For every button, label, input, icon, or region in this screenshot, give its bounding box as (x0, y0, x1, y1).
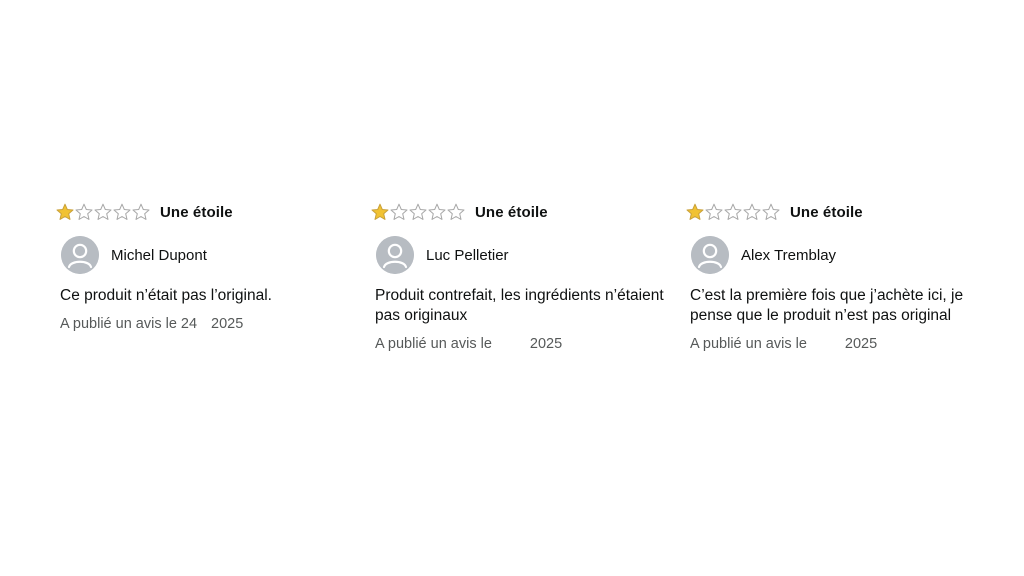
user-avatar-icon (376, 236, 414, 274)
reviewer-name[interactable]: Alex Tremblay (741, 247, 836, 264)
star-empty-icon (762, 203, 780, 220)
user-avatar-icon (691, 236, 729, 274)
star-empty-icon (75, 203, 93, 220)
review-card: Une étoile Luc Pelletier Produit contref… (371, 200, 671, 352)
star-empty-icon (390, 203, 408, 220)
review-title[interactable]: Une étoile (790, 204, 863, 221)
star-empty-icon (705, 203, 723, 220)
review-card: Une étoile Alex Tremblay C’est la premiè… (686, 200, 986, 352)
reviewer-name[interactable]: Luc Pelletier (426, 247, 509, 264)
avatar (61, 236, 99, 274)
review-date-prefix: A publié un avis le (375, 336, 492, 352)
rating-row: Une étoile (371, 200, 671, 224)
review-body: C’est la première fois que j’achète ici,… (690, 287, 964, 324)
reviews-list: Une étoile Michel Dupont Ce produit n’ét… (56, 200, 1016, 400)
review-title[interactable]: Une étoile (160, 204, 233, 221)
reviewer-profile[interactable]: Michel Dupont (61, 236, 356, 274)
star-rating[interactable] (56, 203, 150, 221)
review-date-year: 2025 (844, 336, 878, 352)
review-date: A publié un avis le 2025 (375, 336, 671, 352)
rating-row: Une étoile (56, 200, 356, 224)
user-avatar-icon (61, 236, 99, 274)
review-date: A publié un avis le 2025 (690, 336, 986, 352)
star-empty-icon (409, 203, 427, 220)
star-rating[interactable] (686, 203, 780, 221)
reviewer-profile[interactable]: Alex Tremblay (691, 236, 986, 274)
star-empty-icon (447, 203, 465, 220)
reviewer-profile[interactable]: Luc Pelletier (376, 236, 671, 274)
star-empty-icon (113, 203, 131, 220)
star-empty-icon (94, 203, 112, 220)
star-empty-icon (132, 203, 150, 220)
avatar (376, 236, 414, 274)
star-empty-icon (743, 203, 761, 220)
review-title[interactable]: Une étoile (475, 204, 548, 221)
star-filled-icon (686, 203, 704, 220)
star-empty-icon (724, 203, 742, 220)
review-date-year: 2025 (211, 316, 244, 332)
rating-row: Une étoile (686, 200, 986, 224)
review-date: A publié un avis le 24 2025 (60, 316, 356, 332)
review-body: Produit contrefait, les ingrédients n’ét… (375, 287, 664, 324)
review-date-year: 2025 (529, 336, 563, 352)
review-body: Ce produit n’était pas l’original. (60, 287, 272, 304)
star-empty-icon (428, 203, 446, 220)
review-date-prefix: A publié un avis le 24 (60, 316, 198, 332)
review-card: Une étoile Michel Dupont Ce produit n’ét… (56, 200, 356, 332)
star-filled-icon (371, 203, 389, 220)
star-filled-icon (56, 203, 74, 220)
review-date-prefix: A publié un avis le (690, 336, 807, 352)
avatar (691, 236, 729, 274)
star-rating[interactable] (371, 203, 465, 221)
reviewer-name[interactable]: Michel Dupont (111, 247, 207, 264)
